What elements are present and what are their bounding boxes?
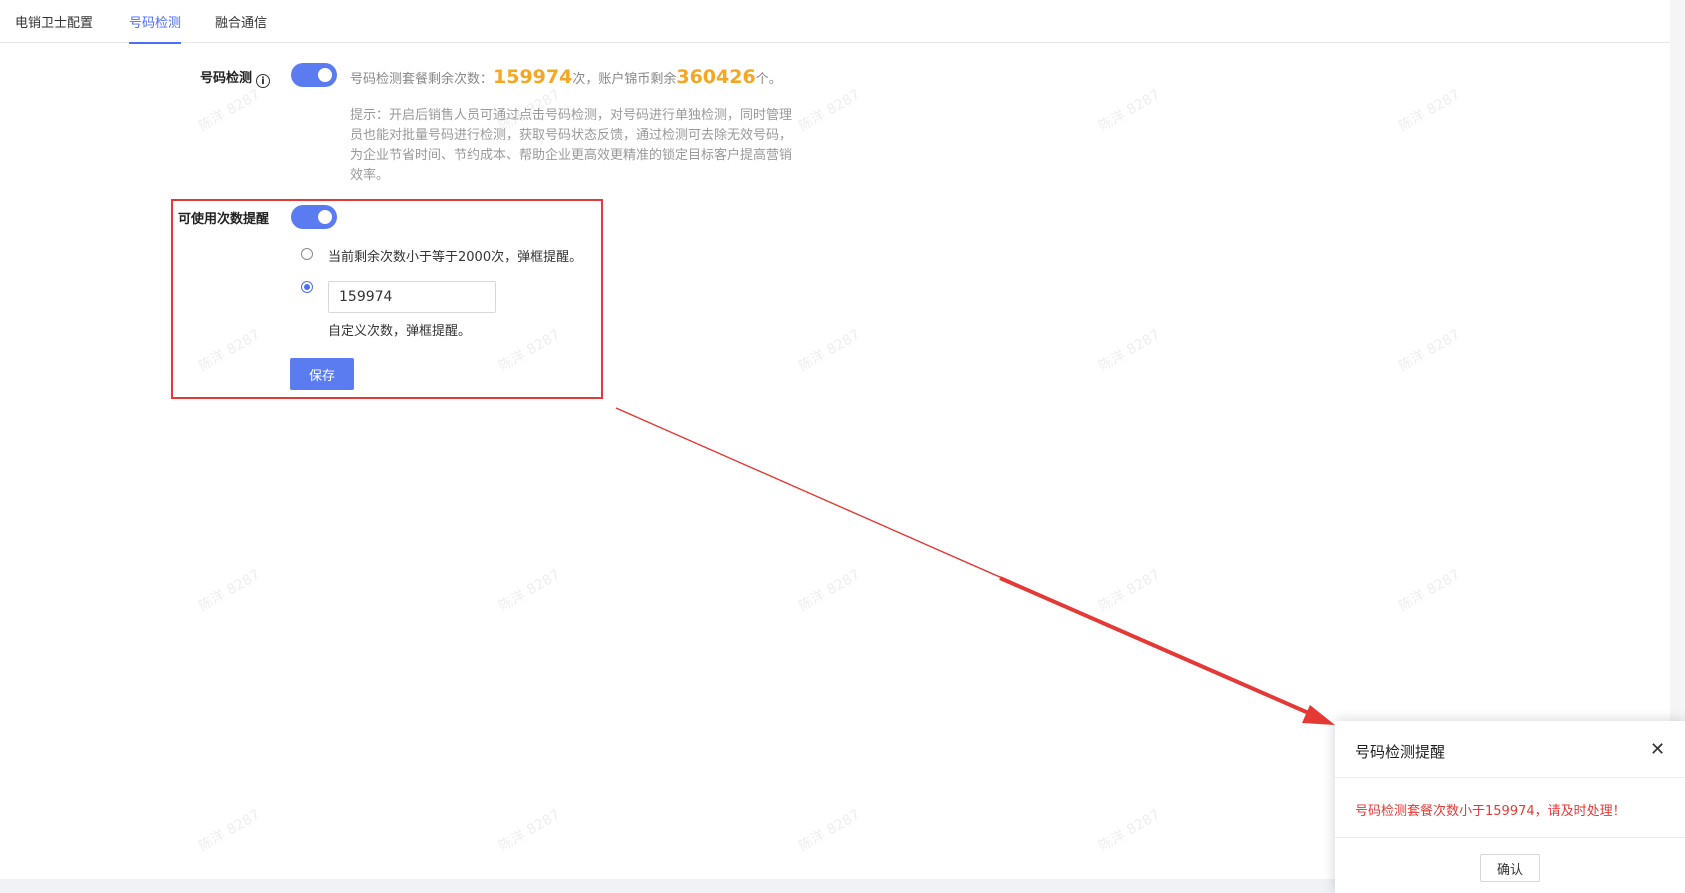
radio-default-threshold[interactable] <box>301 248 313 260</box>
dialog-message: 号码检测套餐次数小于159974，请及时处理！ <box>1355 804 1626 819</box>
watermark: 陈洋 8287 <box>1096 806 1164 855</box>
watermark: 陈洋 8287 <box>196 806 264 855</box>
watermark: 陈洋 8287 <box>1096 326 1164 375</box>
quota-mid: 次，账户锦币剩余 <box>572 72 677 87</box>
custom-threshold-input[interactable] <box>328 281 496 313</box>
watermark: 陈洋 8287 <box>796 566 864 615</box>
save-button[interactable]: 保存 <box>290 358 354 390</box>
info-icon[interactable]: i <box>256 74 271 88</box>
watermark: 陈洋 8287 <box>1396 326 1464 375</box>
dialog-divider <box>1335 837 1685 838</box>
detection-toggle[interactable] <box>291 63 337 87</box>
toggle-knob <box>318 68 332 82</box>
quota-line: 号码检测套餐剩余次数：159974次，账户锦币剩余360426个。 <box>350 66 782 88</box>
watermark: 陈洋 8287 <box>196 566 264 615</box>
watermark: 陈洋 8287 <box>1396 86 1464 135</box>
watermark: 陈洋 8287 <box>496 566 564 615</box>
detection-label-text: 号码检测 <box>200 71 253 86</box>
option-custom-desc: 自定义次数，弹框提醒。 <box>328 324 472 339</box>
dialog-title: 号码检测提醒 <box>1355 743 1446 761</box>
toggle-knob <box>318 210 332 224</box>
watermark: 陈洋 8287 <box>196 86 264 135</box>
tab-bar: 电销卫士配置 号码检测 融合通信 <box>0 0 1670 44</box>
watermark: 陈洋 8287 <box>1096 566 1164 615</box>
close-icon[interactable]: ✕ <box>1650 739 1665 760</box>
bottom-bar <box>0 879 1335 893</box>
watermark: 陈洋 8287 <box>796 86 864 135</box>
tab-fusion-communication[interactable]: 融合通信 <box>215 12 267 42</box>
remaining-count: 159974 <box>493 66 573 88</box>
option-default-text: 当前剩余次数小于等于2000次，弹框提醒。 <box>328 250 583 265</box>
watermark: 陈洋 8287 <box>1096 86 1164 135</box>
watermark: 陈洋 8287 <box>796 806 864 855</box>
quota-prefix: 号码检测套餐剩余次数： <box>350 72 494 87</box>
watermark: 陈洋 8287 <box>1396 566 1464 615</box>
detection-reminder-dialog: 号码检测提醒 ✕ 号码检测套餐次数小于159974，请及时处理！ 确认 <box>1335 721 1685 893</box>
tab-number-detection[interactable]: 号码检测 <box>129 12 182 44</box>
tab-telemarketing-guard[interactable]: 电销卫士配置 <box>15 12 93 42</box>
coin-balance: 360426 <box>676 66 756 88</box>
detection-label: 号码检测 i <box>200 67 271 88</box>
confirm-button[interactable]: 确认 <box>1480 854 1540 882</box>
reminder-toggle[interactable] <box>291 205 337 229</box>
radio-custom-threshold[interactable] <box>301 281 313 293</box>
quota-suffix: 个。 <box>755 72 782 87</box>
reminder-label: 可使用次数提醒 <box>178 212 270 227</box>
watermark: 陈洋 8287 <box>796 326 864 375</box>
detection-hint: 提示：开启后销售人员可通过点击号码检测，对号码进行单独检测，同时管理员也能对批量… <box>350 108 793 183</box>
watermark: 陈洋 8287 <box>496 806 564 855</box>
dialog-divider <box>1335 777 1685 778</box>
